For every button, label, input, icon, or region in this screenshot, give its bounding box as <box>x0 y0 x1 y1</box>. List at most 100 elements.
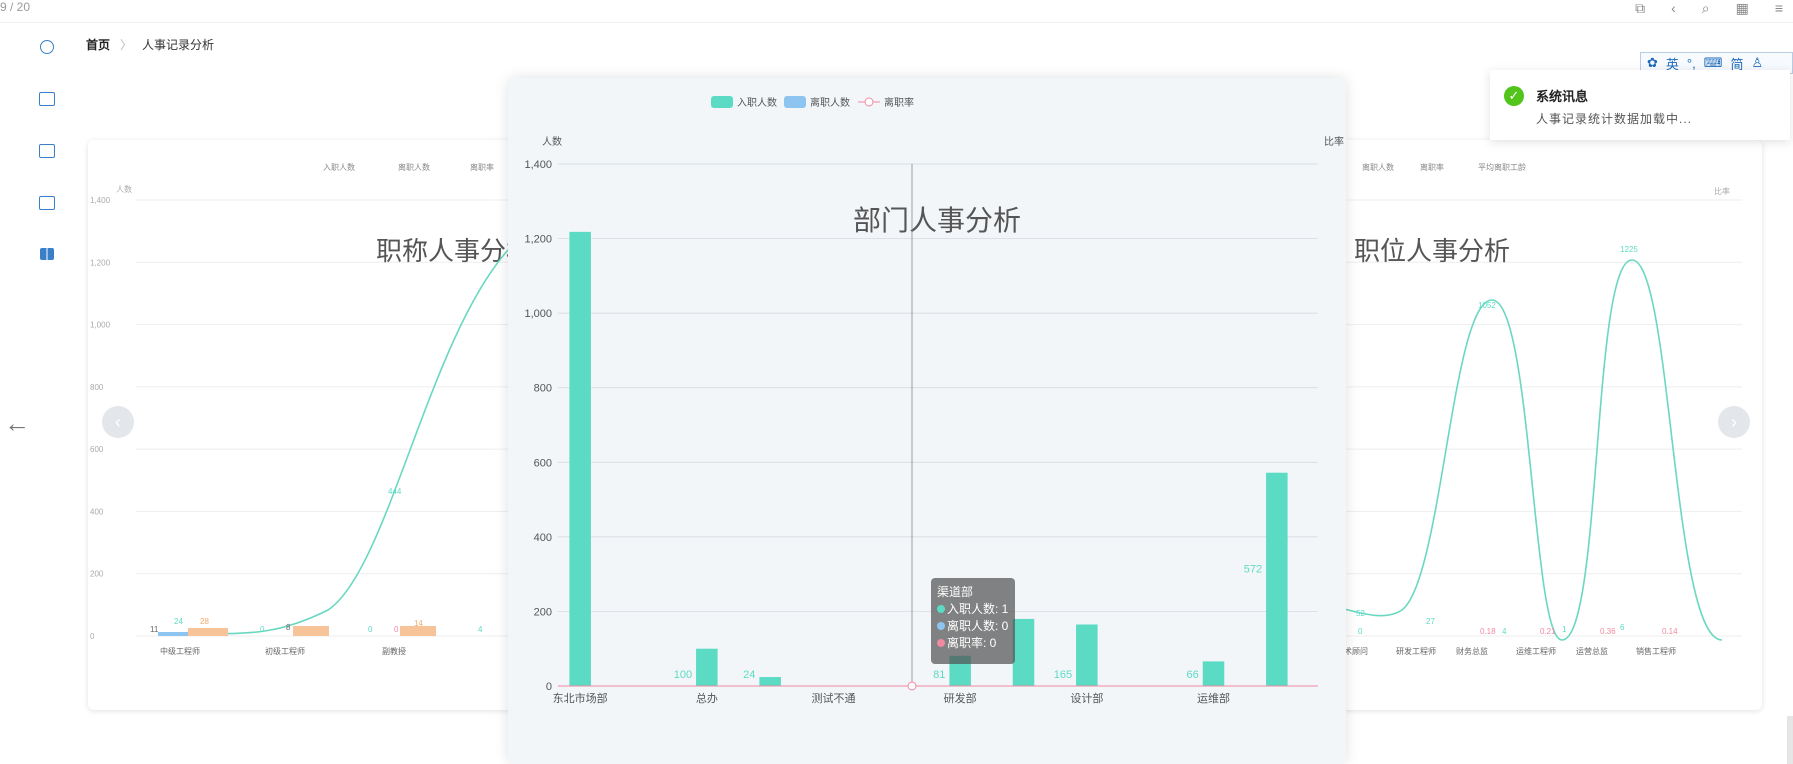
check-icon: ✓ <box>1504 86 1524 106</box>
x-tick-label: 东北市场部 <box>553 691 608 705</box>
left-xtick: 初级工程师 <box>265 646 305 656</box>
bar-hire[interactable] <box>696 648 718 686</box>
copy-icon[interactable]: ⧉ <box>1635 0 1645 17</box>
x-tick-label: 总办 <box>696 691 718 705</box>
left-bar <box>293 626 329 636</box>
left-label: 4 <box>478 625 483 634</box>
legend-label[interactable]: 离职率 <box>884 96 914 109</box>
bar-data-label: 81 <box>933 669 945 681</box>
left-hire-line <box>165 239 559 635</box>
right-legend-rate[interactable]: 离职率 <box>1420 162 1444 172</box>
left-label: 0 <box>394 625 399 634</box>
back-arrow-icon[interactable]: ← <box>4 408 30 439</box>
money-icon[interactable] <box>39 144 55 158</box>
left-data-labels: 11 24 28 0 8 0 0 14 4 444 <box>150 487 483 634</box>
left-label: 11 <box>150 625 159 634</box>
main-chart-panel: 入职人数 离职人数 离职率 人数 比率 0 200 400 600 800 1,000 1,20… <box>508 78 1346 764</box>
windows-icon[interactable] <box>40 248 54 260</box>
legend-swatch[interactable] <box>784 96 806 108</box>
bar-hire[interactable] <box>1012 618 1035 686</box>
legend-swatch[interactable] <box>864 97 874 107</box>
bar-data-label: 165 <box>1054 669 1072 681</box>
bar-hire[interactable] <box>1202 661 1225 686</box>
tooltip-row-rate: 离职率: 0 <box>937 635 1009 652</box>
right-label: 4 <box>1502 627 1507 636</box>
scrollbar[interactable] <box>1787 716 1793 764</box>
leave-dot-icon <box>937 622 945 630</box>
main-bars: 100 24 165 66 572 81 <box>569 231 1288 687</box>
y-tick-label: 1,000 <box>524 308 552 320</box>
right-xtick: 研发工程师 <box>1396 646 1436 656</box>
legend-label[interactable]: 入职人数 <box>737 96 777 109</box>
y-tick-label: 200 <box>90 570 104 579</box>
right-data-labels: 52 0 27 0.18 4 0.21 1 0.36 6 0.14 1052 1… <box>1356 245 1678 636</box>
right-xtick: 运维工程师 <box>1516 646 1556 656</box>
rate-point[interactable] <box>907 681 917 691</box>
bar-hire[interactable] <box>1076 624 1098 686</box>
main-chart-svg: 入职人数 离职人数 离职率 人数 比率 0 200 400 600 800 1,000 1,20… <box>524 96 1344 705</box>
y-tick-label: 1,400 <box>524 159 552 171</box>
legend-swatch[interactable] <box>711 96 733 108</box>
x-tick-label: 设计部 <box>1070 691 1103 705</box>
right-xtick: 运营总监 <box>1576 646 1608 656</box>
bar-data-label: 66 <box>1186 669 1198 681</box>
main-ylabel: 人数 <box>542 135 562 148</box>
right-legend-tenure[interactable]: 平均离职工龄 <box>1478 162 1526 172</box>
x-tick-label: 研发部 <box>944 691 977 705</box>
right-ylabel: 比率 <box>1714 186 1730 196</box>
left-ylabel: 人数 <box>116 184 132 194</box>
sidebar <box>30 40 64 298</box>
tooltip-hire-value: 入职人数: 1 <box>947 602 1009 616</box>
paw-icon[interactable]: ✿ <box>1647 55 1658 71</box>
bar-data-label: 24 <box>743 669 755 681</box>
left-xtick: 副教授 <box>382 646 406 656</box>
right-label: 1 <box>1562 625 1567 634</box>
search-icon[interactable]: ⌕ <box>1702 0 1710 17</box>
back-icon[interactable]: ‹ <box>1671 0 1676 17</box>
tooltip-row-hire: 入职人数: 1 <box>937 601 1009 618</box>
left-legend-hire[interactable]: 入职人数 <box>323 162 355 172</box>
left-legend-rate[interactable]: 离职率 <box>470 162 494 172</box>
main-grid: 0 200 400 600 800 1,000 1,200 1,400 <box>524 159 1318 693</box>
keyboard-icon[interactable]: ⌨ <box>1704 55 1723 71</box>
user-icon-ime[interactable]: ♙ <box>1752 55 1764 71</box>
left-xticks: 中级工程师 初级工程师 副教授 <box>160 646 406 656</box>
y-tick-label: 1,200 <box>90 258 111 267</box>
legend-label[interactable]: 离职人数 <box>810 96 850 109</box>
right-label: 6 <box>1620 623 1625 632</box>
y-tick-label: 600 <box>534 457 552 469</box>
chart-tooltip: 渠道部 入职人数: 1 离职人数: 0 离职率: 0 <box>931 578 1015 664</box>
breadcrumb-current: 人事记录分析 <box>142 38 215 52</box>
y-tick-label: 0 <box>90 632 95 641</box>
chevron-right-icon: 〉 <box>120 38 133 52</box>
right-label: 0.21 <box>1540 627 1556 636</box>
menu-icon[interactable]: ≡ <box>1775 0 1783 17</box>
main-xticks: 东北市场部 总办 测试不通 研发部 设计部 运维部 <box>553 691 1230 705</box>
y-tick-label: 0 <box>546 681 552 693</box>
carousel-next-button[interactable]: › <box>1718 406 1750 438</box>
id-card-icon[interactable] <box>39 92 55 106</box>
breadcrumb: 首页 〉 人事记录分析 <box>86 36 214 53</box>
y-tick-label: 1,400 <box>90 196 111 205</box>
right-xtick: 财务总监 <box>1456 646 1488 656</box>
toast-title: 系统讯息 <box>1536 89 1589 104</box>
bar-hire[interactable] <box>759 677 781 686</box>
breadcrumb-home[interactable]: 首页 <box>86 36 110 53</box>
user-icon[interactable] <box>40 40 54 54</box>
carousel-prev-button[interactable]: ‹ <box>102 406 134 438</box>
right-label: 1052 <box>1478 301 1496 310</box>
left-label: 14 <box>414 619 423 628</box>
bar-hire[interactable] <box>569 231 591 687</box>
y-tick-label: 400 <box>90 507 104 516</box>
left-legend-leave[interactable]: 离职人数 <box>398 162 430 172</box>
bar-hire[interactable] <box>1266 472 1288 686</box>
right-xtick: 销售工程师 <box>1636 646 1676 656</box>
right-legend-leave[interactable]: 离职人数 <box>1362 162 1394 172</box>
bar-chart-icon[interactable] <box>39 196 55 210</box>
right-label: 0 <box>1358 627 1363 636</box>
grid-icon[interactable]: ▦ <box>1736 0 1749 17</box>
main-ylabel-right: 比率 <box>1324 135 1344 148</box>
punct-icon[interactable]: °, <box>1687 56 1696 71</box>
left-xtick: 中级工程师 <box>160 646 200 656</box>
left-label: 28 <box>200 617 209 626</box>
